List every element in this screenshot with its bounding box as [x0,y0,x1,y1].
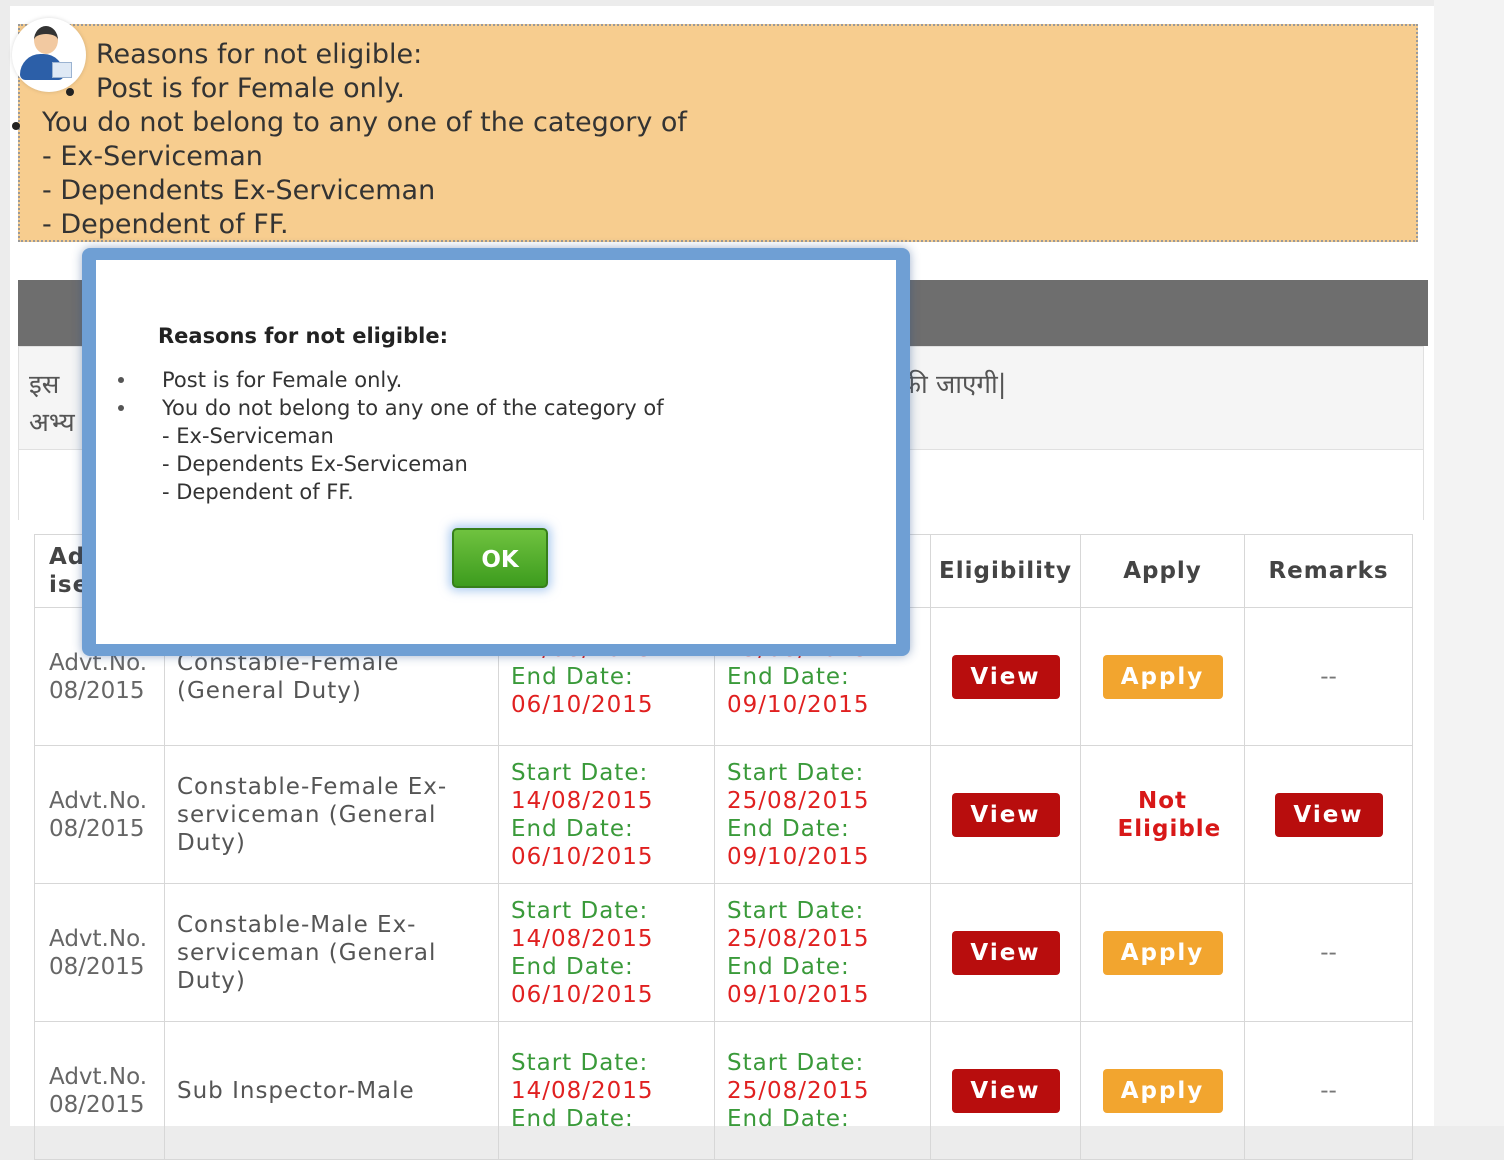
header-apply: Apply [1080,534,1245,608]
view-remarks-button[interactable]: View [1274,792,1383,837]
remarks-cell: -- [1244,607,1413,746]
post-name: Sub Inspector-Male [164,1021,499,1160]
fee-dates: Start Date: 25/08/2015 End Date: 09/10/201… [714,745,931,884]
header-remarks: Remarks [1244,534,1413,608]
category-line: - Dependent of FF. [162,480,354,504]
advt-number: Advt.No. 08/2015 [34,883,165,1022]
dialog-title: Reasons for not eligible: [158,324,448,348]
post-name: Constable-Male Ex-serviceman (General Du… [164,883,499,1022]
registration-dates: Start Date: 14/08/2015 End Date: 06/10/201… [498,883,715,1022]
dialog-body: Reasons for not eligible: Post is for Fe… [96,260,896,644]
remarks-cell: -- [1244,883,1413,1022]
bullet-icon [118,377,124,383]
view-eligibility-button[interactable]: View [951,792,1060,837]
table-row: Advt.No. 08/2015 Constable-Male Ex-servi… [34,883,1413,1022]
header-eligibility: Eligibility [930,534,1081,608]
not-eligible-status: Not Eligible [1117,787,1222,842]
eligibility-cell: View [930,883,1081,1022]
user-avatar-icon [12,18,86,92]
eligibility-cell: View [930,1021,1081,1160]
remarks-cell: -- [1244,1021,1413,1160]
post-name: Constable-Female Ex-serviceman (General … [164,745,499,884]
banner-category-1: - Ex-Serviceman [42,141,263,172]
banner-category-3: - Dependent of FF. [42,209,289,240]
banner-bullet [12,122,20,130]
list-item: You do not belong to any one of the cate… [118,394,664,422]
bullet-icon [118,405,124,411]
ok-button[interactable]: OK [452,528,548,588]
view-eligibility-button[interactable]: View [951,930,1060,975]
apply-cell: Apply [1080,1021,1245,1160]
eligibility-cell: View [930,745,1081,884]
eligibility-warning-banner: Reasons for not eligible: Post is for Fe… [12,18,1418,242]
banner-bullet [66,88,74,96]
apply-cell: Apply [1080,883,1245,1022]
registration-dates: Start Date: 14/08/2015 End Date: [498,1021,715,1160]
banner-heading: Reasons for not eligible: [96,39,423,70]
view-eligibility-button[interactable]: View [951,654,1060,699]
category-line: - Dependents Ex-Serviceman [162,452,468,476]
eligibility-cell: View [930,607,1081,746]
apply-cell: Apply [1080,607,1245,746]
registration-dates: Start Date: 14/08/2015 End Date: 06/10/201… [498,745,715,884]
advt-number: Advt.No. 08/2015 [34,1021,165,1160]
apply-button[interactable]: Apply [1102,1068,1223,1113]
banner-reason-1: Post is for Female only. [96,73,405,104]
apply-cell: Not Eligible [1080,745,1245,884]
notice-text-start: इस [29,370,60,400]
banner-reason-2: You do not belong to any one of the cate… [42,107,687,138]
apply-button[interactable]: Apply [1102,654,1223,699]
remarks-cell: View [1244,745,1413,884]
banner-category-2: - Dependents Ex-Serviceman [42,175,436,206]
fee-dates: Start Date: 25/08/2015 End Date: 09/10/201… [714,883,931,1022]
right-gutter [1434,0,1504,1126]
fee-dates: Start Date: 25/08/2015 End Date: [714,1021,931,1160]
view-eligibility-button[interactable]: View [951,1068,1060,1113]
table-row: Advt.No. 08/2015 Sub Inspector-Male Star… [34,1021,1413,1160]
apply-button[interactable]: Apply [1102,930,1223,975]
table-row: Advt.No. 08/2015 Constable-Female Ex-ser… [34,745,1413,884]
dialog-reasons-list: Post is for Female only. You do not belo… [118,366,664,506]
category-line: - Ex-Serviceman [162,424,334,448]
notice-text-end: की जाएगी| [901,370,1007,400]
list-item: Post is for Female only. [118,366,664,394]
eligibility-dialog: Reasons for not eligible: Post is for Fe… [82,248,910,656]
notice-text-line2: अभ्य [29,408,75,438]
advt-number: Advt.No. 08/2015 [34,745,165,884]
